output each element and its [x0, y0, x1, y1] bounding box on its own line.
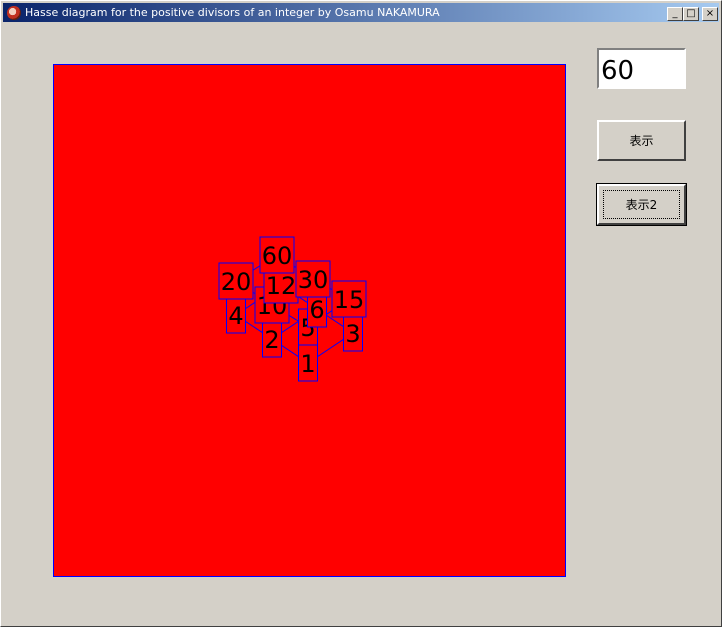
window-title: Hasse diagram for the positive divisors … [25, 6, 440, 19]
show2-button-label: 表示2 [625, 198, 658, 212]
minimize-button[interactable]: _ [667, 7, 683, 21]
node-label-60: 60 [262, 242, 293, 270]
application-window: Hasse diagram for the positive divisors … [0, 0, 722, 627]
node-20: 20 [218, 262, 254, 300]
node-label-15: 15 [334, 286, 365, 314]
title-bar[interactable]: Hasse diagram for the positive divisors … [3, 3, 719, 22]
node-30: 30 [295, 260, 331, 298]
node-label-1: 1 [300, 350, 315, 378]
node-60: 60 [259, 236, 295, 274]
node-3: 3 [343, 314, 363, 352]
hasse-diagram: 12 34 561012 1520 3060 [218, 236, 367, 382]
node-label-12: 12 [266, 272, 297, 300]
node-label-6: 6 [309, 296, 324, 324]
node-label-3: 3 [345, 320, 360, 348]
node-1: 1 [298, 344, 318, 382]
hasse-diagram-canvas: 1 2 3 4 5 6 10 12 15 20 30 60 [53, 64, 566, 577]
app-icon[interactable] [7, 6, 21, 20]
node-2: 2 [262, 320, 282, 358]
node-label-20: 20 [221, 268, 252, 296]
node-15: 15 [331, 280, 367, 318]
node-label-30: 30 [298, 266, 329, 294]
show2-button[interactable]: 表示2 [596, 183, 687, 226]
node-4: 4 [226, 296, 246, 334]
show-button[interactable]: 表示 [597, 120, 686, 161]
node-label-2: 2 [264, 326, 279, 354]
node-label-4: 4 [228, 302, 243, 330]
maximize-button[interactable]: □ [683, 7, 699, 21]
close-button[interactable]: × [702, 7, 718, 21]
number-input[interactable] [597, 48, 686, 89]
